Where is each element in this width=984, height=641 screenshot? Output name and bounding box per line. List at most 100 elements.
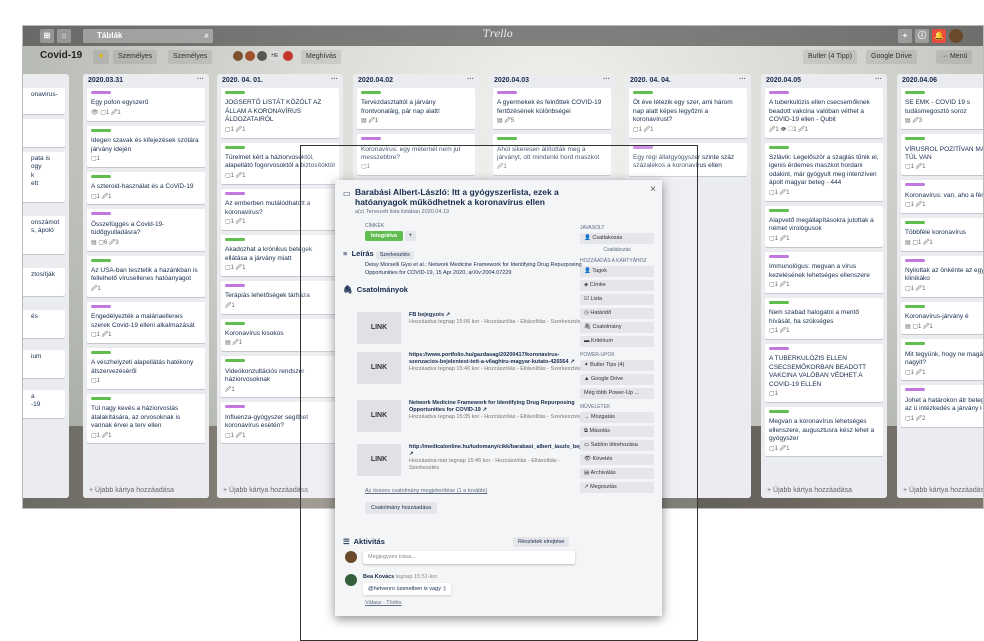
list-title[interactable] [23,74,69,88]
attachment-link[interactable]: LINK https://www.portfolio.hu/gazdasag/2… [357,352,582,390]
card[interactable]: Engedélyezték a maláriaellenes szerek Co… [87,301,205,343]
more-powerups-button[interactable]: Még több Power-Up ... [580,388,654,399]
list-menu-icon[interactable]: ··· [739,76,746,83]
card[interactable]: a -19 [23,390,65,418]
list-menu-icon[interactable]: ··· [331,76,338,83]
cover-button[interactable]: ▬ Kritérium [580,336,654,347]
card-description[interactable]: Deisy Morselli Gysi et al.: Network Medi… [365,262,585,277]
card[interactable] [23,119,65,147]
card[interactable]: onavirus- [23,88,65,114]
list-menu-icon[interactable]: ··· [603,76,610,83]
boards-search-button[interactable]: Táblák ⌕ [83,29,213,43]
close-icon[interactable]: × [650,184,656,195]
card[interactable]: Öt éve létezik egy szer, ami három nap a… [629,88,747,138]
create-plus-button[interactable]: + [898,29,912,43]
add-attachment-button[interactable]: Csatolmány hozzáadása [365,502,438,514]
card[interactable]: Többféle koronavírus ▤ ▢1 🖉1 [901,217,983,251]
member-initials[interactable]: HE [268,51,281,62]
google-drive-button[interactable]: Google Drive [866,50,917,64]
add-card-button[interactable]: + Újabb kártya hozzáadása [761,484,887,498]
card[interactable]: A szteroid-használat és a CoViD-19 ▢1 🖉1 [87,171,205,205]
comment-text[interactable]: @hetvenro üzenetben is vagy :) [363,583,451,595]
link-thumbnail[interactable]: LINK [357,444,401,476]
attachment-link[interactable]: LINK FB bejegyzés ↗ Hozzáadva tegnap 15:0… [357,312,582,350]
comment-actions[interactable]: Válasz - Törlés [365,600,402,606]
board-members[interactable]: HE [228,50,298,64]
edit-description-button[interactable]: Szerkesztés [375,251,414,260]
card-subtitle[interactable]: a(z) Tervezett lista listában 2020.04.19 [355,209,583,215]
card[interactable]: Nyilottak az önkénte az egyetemi kliniká… [901,255,983,297]
list-menu-icon[interactable]: ··· [197,76,204,83]
member-avatar[interactable] [256,51,267,62]
card[interactable]: Koronavírus-járvány é ▤ ▢1 🖉1 [901,301,983,335]
google-drive-powerup-button[interactable]: ▲ Google Drive [580,374,654,385]
card[interactable]: ium [23,350,65,378]
list-title[interactable]: 2020.04.05 [766,77,801,84]
attachment-link[interactable]: LINK http://medicalonline.hu/tudomany/ci… [357,444,603,482]
card[interactable]: A gyermekek és felnőttek COVID-19 fertőz… [493,88,611,130]
list-title[interactable]: 2020.03.31 [88,77,123,84]
join-sub[interactable]: Csatlakozás [580,247,654,253]
list-menu-icon[interactable]: ··· [875,76,882,83]
card-title[interactable]: Barabási Albert-László: Itt a gyógyszerl… [355,187,575,207]
home-icon[interactable]: ⌂ [57,29,71,43]
commenter-name[interactable]: Bea Kovács [363,574,394,580]
privacy-button[interactable]: Személyes [168,50,213,64]
member-avatar[interactable] [233,51,243,62]
butler-button[interactable]: Butler (4 Tipp) [803,50,857,64]
card[interactable]: Immunológus: megvan a vírus kezelésének … [765,251,883,293]
card[interactable]: A TUBERKULÓZIS ELLEN CSECSEMŐKORBAN BEAD… [765,343,883,402]
card[interactable]: Túl nagy kevés a háziorvoslás átalakítás… [87,393,205,444]
card[interactable]: A tuberkulózis ellen csecsemőknek beadot… [765,88,883,138]
join-button[interactable]: 👤 Csatlakozás [580,233,654,244]
team-visibility-button[interactable]: Személyes [113,50,158,64]
menu-button[interactable]: ··· Menü [936,50,973,64]
due-date-button[interactable]: ◷ Határidő [580,308,654,319]
card[interactable]: pata is ogy k ett [23,152,65,202]
attachment-link[interactable]: LINK Network Medicine Framework for Iden… [357,400,582,438]
card[interactable]: Tervezdasztaltól a járvány frontvonaláig… [357,88,475,130]
checklist-button[interactable]: ☑ Lista [580,294,654,305]
card[interactable]: VÍRUSROL POZITÍVAN MÁR ON IS TÚL VAN ▢1 🖉… [901,134,983,176]
add-label-button[interactable]: + [404,231,417,242]
list-title[interactable]: 2020.04.02 [358,77,393,84]
link-thumbnail[interactable]: LINK [357,400,401,432]
trello-logo[interactable]: Trello [483,29,513,40]
card[interactable]: ztosítják [23,268,65,296]
attachment-button[interactable]: 🖇 Csatolmány [580,322,654,333]
card-label[interactable]: Integrálva [365,231,403,242]
info-icon[interactable]: ⓘ [915,29,929,43]
list-title[interactable]: 2020. 04. 01. [222,77,263,84]
card[interactable]: Nem szabad halogatni a mentő hívását, ha… [765,297,883,339]
comment-time[interactable]: tegnap 15:51-kor [396,574,438,580]
star-icon[interactable]: ★ [93,50,110,64]
show-all-attachments-link[interactable]: Az összes csatolmány megjelenítése (1 a … [365,488,487,494]
card[interactable]: A vészhelyzeti alapellátás hatékony átsz… [87,347,205,389]
card[interactable]: Egy pofon egyszerű 👁 ▢1 🖉1 [87,88,205,121]
move-button[interactable]: → Mozgatás [580,412,654,423]
list-title[interactable]: 2020. 04. 04. [630,77,671,84]
card[interactable]: Koronavírus: van, aho a fényt ▢1 🖉1 [901,180,983,213]
card[interactable]: Szlávik: Legelőször a szaglás tűnik el, … [765,142,883,201]
user-avatar[interactable] [949,29,963,43]
members-button[interactable]: 👤 Tagok [580,266,654,277]
attachment-title[interactable]: https://www.portfolio.hu/gazdasag/202004… [409,352,581,366]
add-card-button[interactable]: + Újabb kártya hozzáadása [83,484,209,498]
attachment-title[interactable]: FB bejegyzés ↗ [409,312,581,319]
share-button[interactable]: ↗ Megosztás [580,482,654,493]
card[interactable]: és [23,310,65,338]
list-title[interactable]: 2020.04.03 [494,77,529,84]
comment-input[interactable]: Megjegyzés írása... [363,551,575,564]
link-thumbnail[interactable]: LINK [357,312,401,344]
member-avatar[interactable] [244,51,255,62]
add-card-button[interactable]: + Újabb kártya hozzáadása [897,484,983,498]
card[interactable]: onszámot s, ápoló [23,216,65,254]
member-avatar[interactable] [282,51,293,62]
apps-grid-icon[interactable]: ⊞ [40,29,54,43]
attachment-title[interactable]: http://medicalonline.hu/tudomany/cikk/ba… [409,444,603,458]
labels-button[interactable]: ◈ Címke [580,280,654,291]
card[interactable]: Idegen szavak és kifejezések szótára jár… [87,125,205,167]
hide-details-button[interactable]: Részletek elrejtése [513,537,570,547]
invite-button[interactable]: Meghívás [301,50,342,64]
card[interactable]: Összefüggés a Covid-19-tüdőgyulladásra? ▤… [87,209,205,251]
